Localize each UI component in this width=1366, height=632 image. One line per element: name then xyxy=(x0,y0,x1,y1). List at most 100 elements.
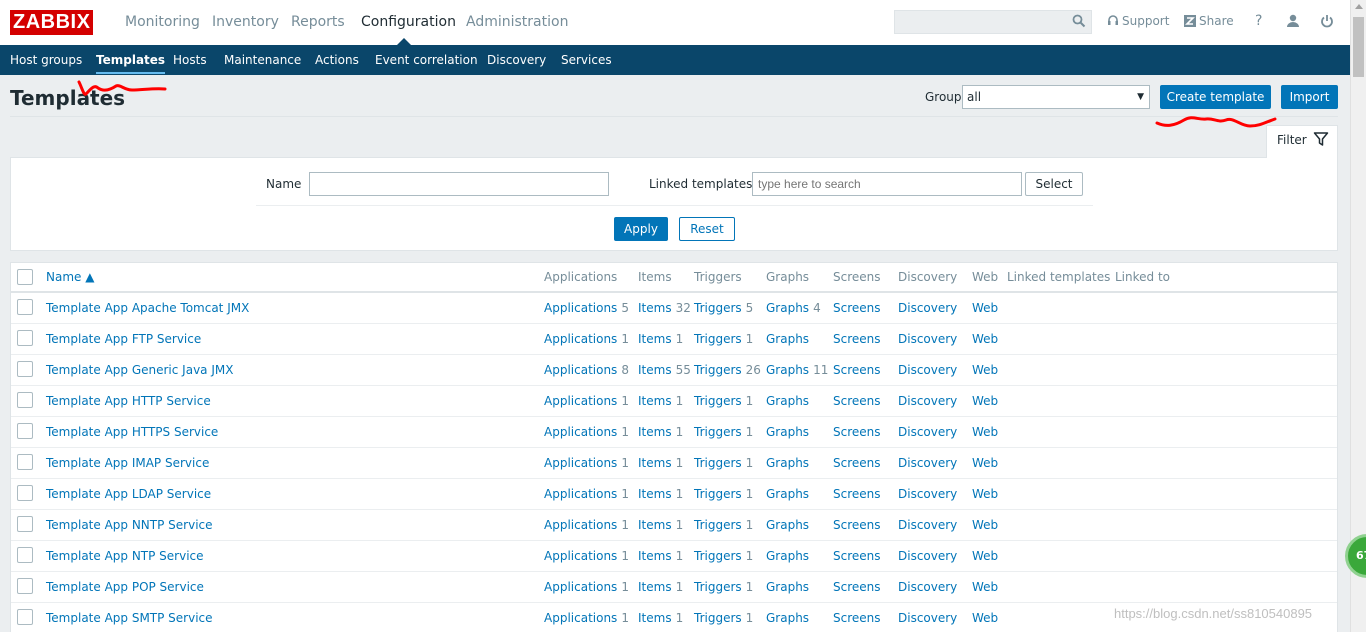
screens-link[interactable]: Screens xyxy=(833,487,881,502)
row-checkbox[interactable] xyxy=(17,516,33,532)
reset-button[interactable]: Reset xyxy=(679,217,735,241)
select-button[interactable]: Select xyxy=(1025,172,1083,196)
graphs-link[interactable]: Graphs xyxy=(766,611,809,626)
web-link[interactable]: Web xyxy=(972,332,998,347)
triggers-link[interactable]: Triggers 1 xyxy=(694,611,753,626)
triggers-link[interactable]: Triggers 5 xyxy=(694,301,753,316)
items-link[interactable]: Items 55 xyxy=(638,363,691,378)
applications-link[interactable]: Applications 1 xyxy=(544,456,629,471)
triggers-link[interactable]: Triggers 1 xyxy=(694,332,753,347)
nav-reports[interactable]: Reports xyxy=(291,13,345,31)
graphs-link[interactable]: Graphs xyxy=(766,425,809,440)
applications-link[interactable]: Applications 1 xyxy=(544,487,629,502)
support-link[interactable]: Support xyxy=(1107,13,1169,29)
web-link[interactable]: Web xyxy=(972,425,998,440)
graphs-link[interactable]: Graphs xyxy=(766,332,809,347)
user-icon[interactable] xyxy=(1286,14,1300,28)
graphs-link[interactable]: Graphs 11 xyxy=(766,363,828,378)
graphs-link[interactable]: Graphs xyxy=(766,580,809,595)
items-link[interactable]: Items 1 xyxy=(638,518,683,533)
screens-link[interactable]: Screens xyxy=(833,456,881,471)
screens-link[interactable]: Screens xyxy=(833,394,881,409)
graphs-link[interactable]: Graphs 4 xyxy=(766,301,821,316)
template-name-link[interactable]: Template App LDAP Service xyxy=(46,487,211,502)
screens-link[interactable]: Screens xyxy=(833,332,881,347)
items-link[interactable]: Items 1 xyxy=(638,456,683,471)
graphs-link[interactable]: Graphs xyxy=(766,487,809,502)
discovery-link[interactable]: Discovery xyxy=(898,301,957,316)
triggers-link[interactable]: Triggers 26 xyxy=(694,363,761,378)
discovery-link[interactable]: Discovery xyxy=(898,611,957,626)
items-link[interactable]: Items 1 xyxy=(638,332,683,347)
row-checkbox[interactable] xyxy=(17,485,33,501)
row-checkbox[interactable] xyxy=(17,547,33,563)
applications-link[interactable]: Applications 1 xyxy=(544,518,629,533)
help-link[interactable]: ? xyxy=(1255,13,1262,29)
screens-link[interactable]: Screens xyxy=(833,580,881,595)
search-icon[interactable] xyxy=(1072,14,1086,31)
triggers-link[interactable]: Triggers 1 xyxy=(694,456,753,471)
row-checkbox[interactable] xyxy=(17,609,33,625)
template-name-link[interactable]: Template App Generic Java JMX xyxy=(46,363,233,378)
global-search-input[interactable] xyxy=(894,10,1092,34)
items-link[interactable]: Items 1 xyxy=(638,549,683,564)
row-checkbox[interactable] xyxy=(17,578,33,594)
items-link[interactable]: Items 1 xyxy=(638,394,683,409)
group-select[interactable]: all ▼ xyxy=(962,85,1150,109)
filter-name-input[interactable] xyxy=(309,172,609,196)
import-button[interactable]: Import xyxy=(1281,85,1338,109)
discovery-link[interactable]: Discovery xyxy=(898,487,957,502)
template-name-link[interactable]: Template App NNTP Service xyxy=(46,518,213,533)
discovery-link[interactable]: Discovery xyxy=(898,363,957,378)
discovery-link[interactable]: Discovery xyxy=(898,394,957,409)
web-link[interactable]: Web xyxy=(972,611,998,626)
web-link[interactable]: Web xyxy=(972,394,998,409)
subnav-maintenance[interactable]: Maintenance xyxy=(224,52,301,68)
template-name-link[interactable]: Template App POP Service xyxy=(46,580,204,595)
applications-link[interactable]: Applications 1 xyxy=(544,580,629,595)
row-checkbox[interactable] xyxy=(17,392,33,408)
items-link[interactable]: Items 1 xyxy=(638,580,683,595)
web-link[interactable]: Web xyxy=(972,363,998,378)
web-link[interactable]: Web xyxy=(972,580,998,595)
template-name-link[interactable]: Template App HTTPS Service xyxy=(46,425,218,440)
screens-link[interactable]: Screens xyxy=(833,301,881,316)
applications-link[interactable]: Applications 1 xyxy=(544,332,629,347)
triggers-link[interactable]: Triggers 1 xyxy=(694,487,753,502)
screens-link[interactable]: Screens xyxy=(833,518,881,533)
template-name-link[interactable]: Template App Apache Tomcat JMX xyxy=(46,301,249,316)
applications-link[interactable]: Applications 1 xyxy=(544,425,629,440)
web-link[interactable]: Web xyxy=(972,518,998,533)
web-link[interactable]: Web xyxy=(972,549,998,564)
share-link[interactable]: Share xyxy=(1184,13,1234,29)
graphs-link[interactable]: Graphs xyxy=(766,518,809,533)
power-icon[interactable] xyxy=(1320,14,1334,28)
subnav-hosts[interactable]: Hosts xyxy=(173,52,207,68)
triggers-link[interactable]: Triggers 1 xyxy=(694,394,753,409)
linked-templates-search-input[interactable] xyxy=(752,172,1022,196)
discovery-link[interactable]: Discovery xyxy=(898,425,957,440)
template-name-link[interactable]: Template App IMAP Service xyxy=(46,456,209,471)
items-link[interactable]: Items 1 xyxy=(638,487,683,502)
subnav-templates[interactable]: Templates xyxy=(96,52,166,74)
graphs-link[interactable]: Graphs xyxy=(766,394,809,409)
scroll-thumb[interactable] xyxy=(1353,17,1364,77)
discovery-link[interactable]: Discovery xyxy=(898,580,957,595)
applications-link[interactable]: Applications 1 xyxy=(544,549,629,564)
graphs-link[interactable]: Graphs xyxy=(766,456,809,471)
items-link[interactable]: Items 1 xyxy=(638,611,683,626)
discovery-link[interactable]: Discovery xyxy=(898,549,957,564)
row-checkbox[interactable] xyxy=(17,361,33,377)
screens-link[interactable]: Screens xyxy=(833,363,881,378)
template-name-link[interactable]: Template App NTP Service xyxy=(46,549,204,564)
web-link[interactable]: Web xyxy=(972,301,998,316)
items-link[interactable]: Items 1 xyxy=(638,425,683,440)
apply-button[interactable]: Apply xyxy=(614,217,668,241)
row-checkbox[interactable] xyxy=(17,454,33,470)
applications-link[interactable]: Applications 1 xyxy=(544,394,629,409)
graphs-link[interactable]: Graphs xyxy=(766,549,809,564)
discovery-link[interactable]: Discovery xyxy=(898,456,957,471)
template-name-link[interactable]: Template App FTP Service xyxy=(46,332,201,347)
discovery-link[interactable]: Discovery xyxy=(898,518,957,533)
scroll-up-arrow-icon[interactable] xyxy=(1355,4,1363,9)
